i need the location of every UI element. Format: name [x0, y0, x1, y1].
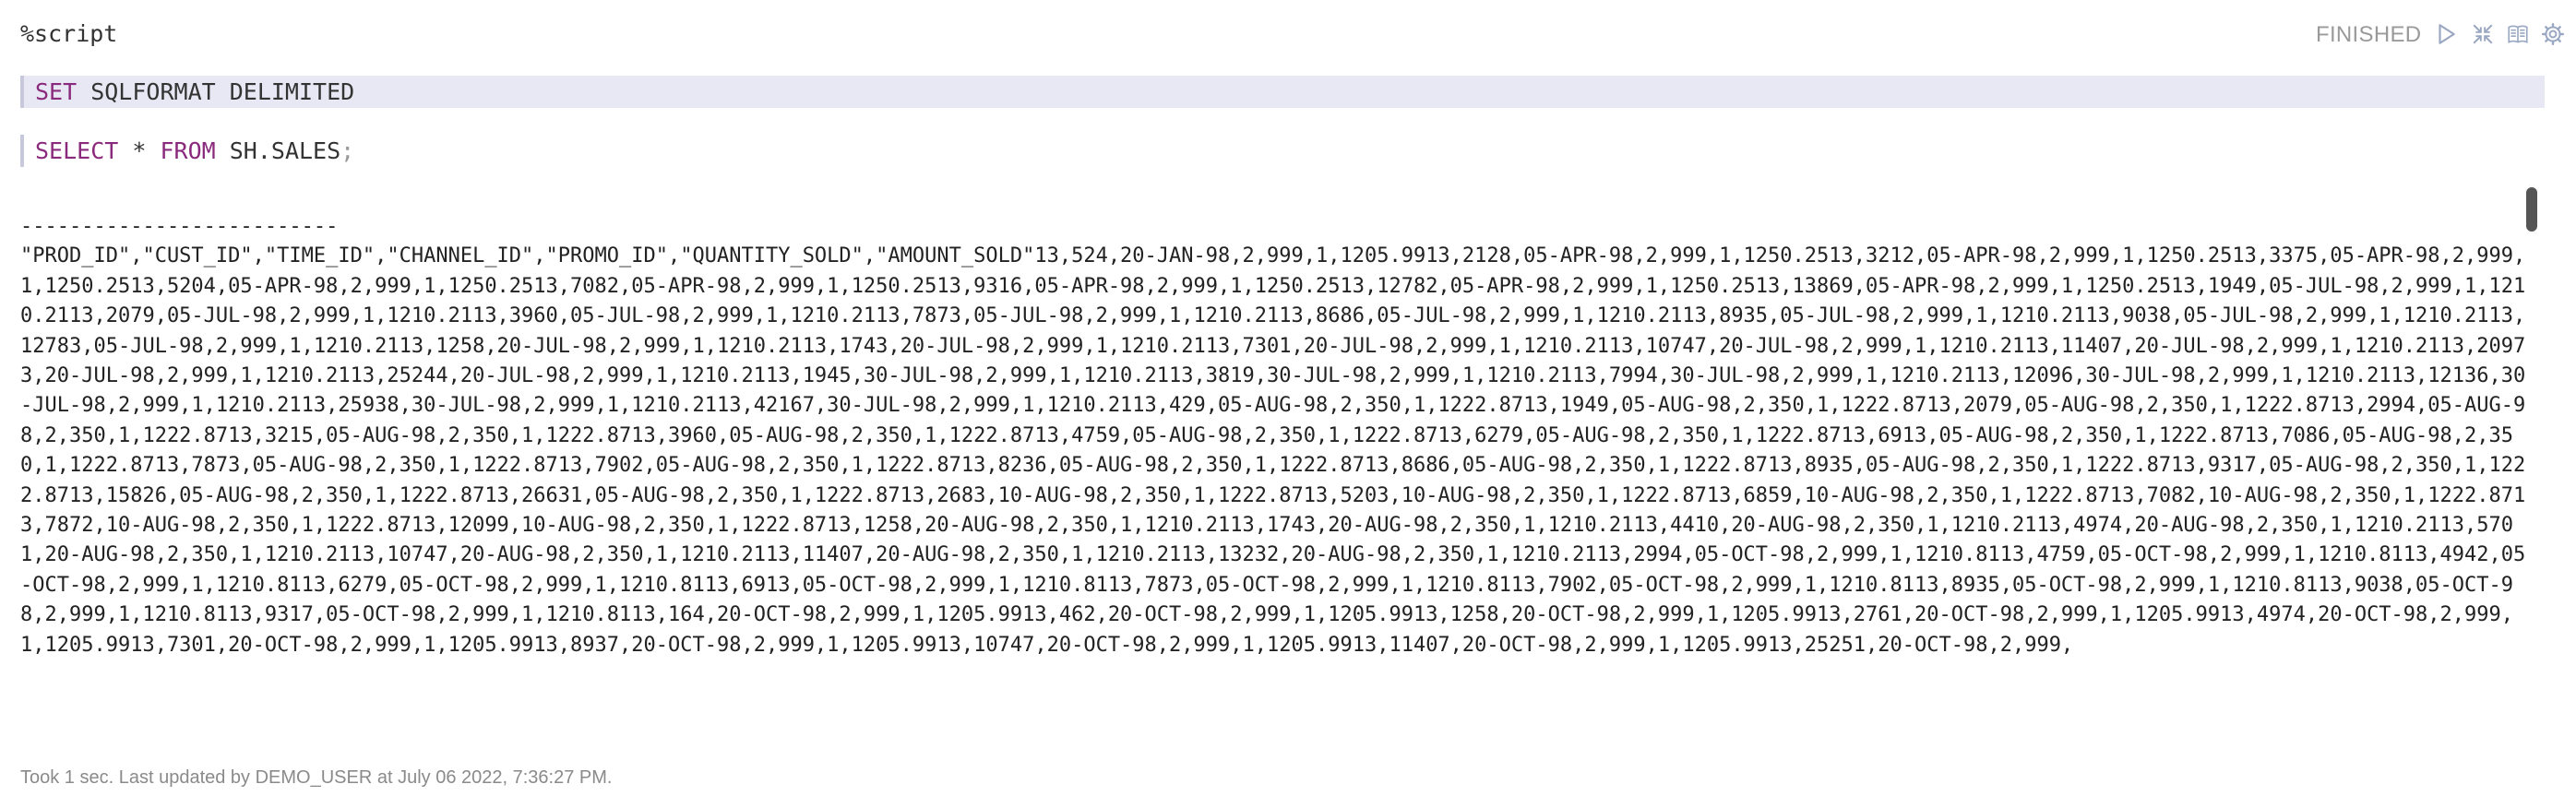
book-button[interactable] — [2504, 20, 2532, 48]
result-output[interactable]: -------------------------- "PROD_ID","CU… — [0, 212, 2528, 743]
code-rest: SH.SALES — [215, 137, 341, 164]
code-line-script[interactable]: %script — [20, 18, 2545, 50]
line-marker — [20, 135, 24, 167]
code-semicolon: ; — [340, 137, 355, 164]
gear-icon — [2541, 22, 2565, 46]
run-info: Took 1 sec. Last updated by DEMO_USER at… — [20, 767, 613, 788]
run-button[interactable] — [2432, 20, 2460, 48]
code-text: SET SQLFORMAT DELIMITED — [35, 76, 354, 108]
code-text: %script — [20, 20, 118, 47]
result-text: -------------------------- "PROD_ID","CU… — [20, 212, 2528, 660]
status-label: FINISHED — [2316, 22, 2422, 47]
code-line-select[interactable]: SELECT * FROM SH.SALES; — [20, 135, 2545, 167]
result-rows: "PROD_ID","CUST_ID","TIME_ID","CHANNEL_I… — [20, 244, 2526, 657]
notebook-paragraph: %script SET SQLFORMAT DELIMITED SELECT *… — [0, 0, 2576, 808]
keyword-set: SET — [35, 78, 78, 105]
settings-button[interactable] — [2539, 20, 2567, 48]
run-icon — [2439, 24, 2455, 44]
keyword-select: SELECT — [35, 137, 119, 164]
code-rest: SQLFORMAT DELIMITED — [77, 78, 355, 105]
keyword-from: FROM — [160, 137, 216, 164]
code-mid: * — [118, 137, 161, 164]
collapse-button[interactable] — [2469, 20, 2497, 48]
code-text: SELECT * FROM SH.SALES; — [35, 135, 354, 167]
book-icon — [2508, 25, 2528, 43]
active-line-marker — [20, 76, 24, 108]
collapse-icon — [2473, 24, 2493, 44]
output-scrollbar[interactable] — [2526, 187, 2537, 232]
result-separator: -------------------------- — [20, 215, 339, 238]
code-line-set[interactable]: SET SQLFORMAT DELIMITED — [20, 76, 2545, 108]
